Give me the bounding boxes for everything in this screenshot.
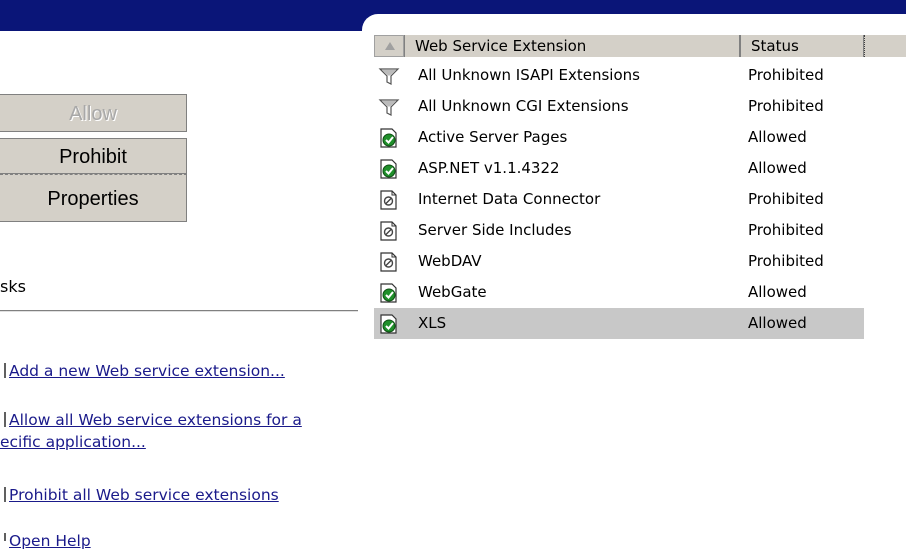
allowed-extension-icon <box>378 282 400 304</box>
allowed-extension-icon <box>378 127 400 149</box>
task-link[interactable]: Allow all Web service extensions for a <box>9 409 302 431</box>
list-row[interactable]: Internet Data Connector Prohibited <box>374 184 864 215</box>
allowed-extension-icon <box>378 313 400 335</box>
extension-name: Internet Data Connector <box>418 190 601 208</box>
header-filler <box>864 35 906 57</box>
tasks-divider <box>0 310 358 312</box>
list-row[interactable]: ASP.NET v1.1.4322 Allowed <box>374 153 864 184</box>
prohibited-extension-icon <box>378 189 400 211</box>
sort-ascending-icon <box>385 42 395 50</box>
extensions-list[interactable]: Web Service Extension Status All Unknown… <box>374 32 906 339</box>
extension-status: Allowed <box>748 159 807 177</box>
list-row[interactable]: XLS Allowed <box>374 308 864 339</box>
properties-button[interactable]: Properties <box>0 174 187 222</box>
task-link[interactable]: Add a new Web service extension... <box>9 360 285 382</box>
extension-status: Prohibited <box>748 190 824 208</box>
extension-name: ASP.NET v1.1.4322 <box>418 159 560 177</box>
extension-status: Prohibited <box>748 97 824 115</box>
prohibited-extension-icon <box>378 220 400 242</box>
list-row[interactable]: Active Server Pages Allowed <box>374 122 864 153</box>
extension-status: Prohibited <box>748 252 824 270</box>
extension-status: Allowed <box>748 314 807 332</box>
extension-name: Server Side Includes <box>418 221 572 239</box>
extension-status: Prohibited <box>748 221 824 239</box>
task-bullet-icon <box>4 363 6 378</box>
allowed-extension-icon <box>378 158 400 180</box>
filter-icon <box>378 96 400 118</box>
list-row[interactable]: WebGate Allowed <box>374 277 864 308</box>
extension-name: WebGate <box>418 283 487 301</box>
task-link[interactable]: Prohibit all Web service extensions <box>9 484 279 506</box>
extension-name: WebDAV <box>418 252 482 270</box>
task-bullet-icon <box>4 533 6 541</box>
task-bullet-icon <box>4 412 6 427</box>
extension-name: All Unknown ISAPI Extensions <box>418 66 640 84</box>
list-row[interactable]: Server Side Includes Prohibited <box>374 215 864 246</box>
extension-status: Allowed <box>748 283 807 301</box>
list-row[interactable]: WebDAV Prohibited <box>374 246 864 277</box>
extension-name: Active Server Pages <box>418 128 568 146</box>
tasks-header: sks <box>0 277 26 296</box>
extension-name: XLS <box>418 314 447 332</box>
allow-button[interactable]: Allow <box>0 94 187 132</box>
list-row[interactable]: All Unknown ISAPI Extensions Prohibited <box>374 60 864 91</box>
task-link-continuation[interactable]: ecific application... <box>0 431 146 453</box>
list-row[interactable]: All Unknown CGI Extensions Prohibited <box>374 91 864 122</box>
list-header: Web Service Extension Status <box>374 32 906 60</box>
extension-name: All Unknown CGI Extensions <box>418 97 629 115</box>
extension-status: Allowed <box>748 128 807 146</box>
task-link[interactable]: Open Help <box>9 530 91 552</box>
column-header-status[interactable]: Status <box>740 35 864 57</box>
prohibited-extension-icon <box>378 251 400 273</box>
prohibit-button[interactable]: Prohibit <box>0 138 187 174</box>
extension-status: Prohibited <box>748 66 824 84</box>
column-header-extension[interactable]: Web Service Extension <box>404 35 740 57</box>
task-bullet-icon <box>4 487 6 502</box>
sort-column-header[interactable] <box>374 35 404 57</box>
filter-icon <box>378 65 400 87</box>
column-resize-handle[interactable] <box>864 35 867 57</box>
